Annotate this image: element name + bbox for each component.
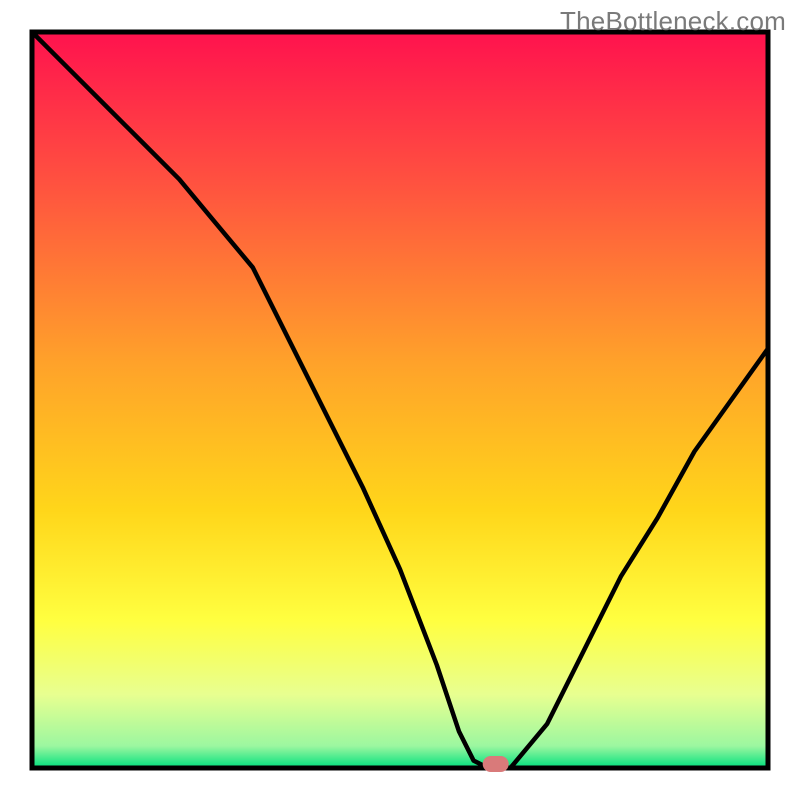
watermark-text: TheBottleneck.com	[560, 6, 786, 37]
minimum-marker	[483, 756, 509, 772]
chart-container: TheBottleneck.com	[0, 0, 800, 800]
bottleneck-chart	[0, 0, 800, 800]
